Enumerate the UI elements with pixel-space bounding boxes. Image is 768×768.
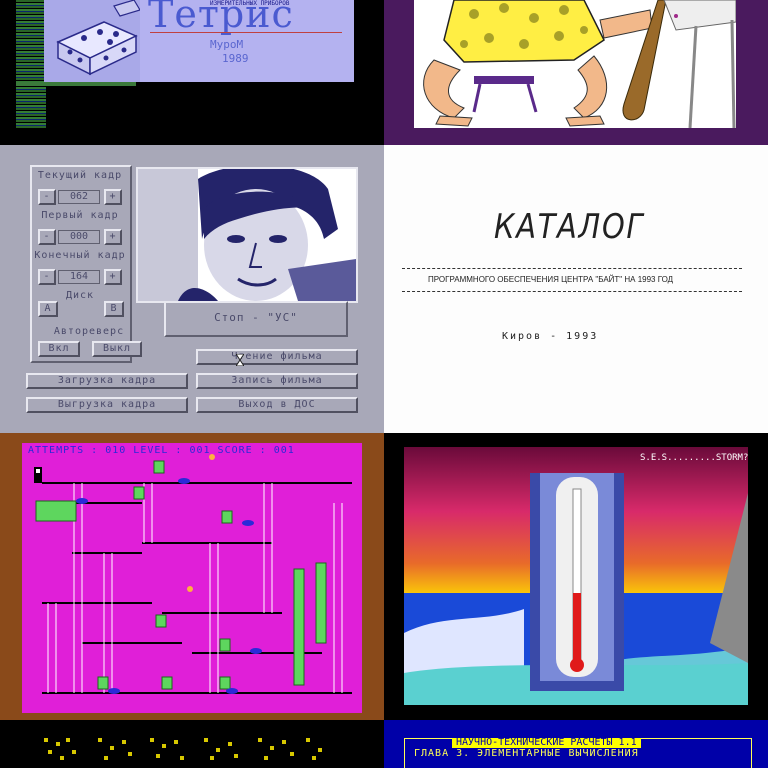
film-editor: Текущий кадр - 062 + Первый кадр - 000 +… bbox=[0, 145, 384, 433]
disk-b-button[interactable]: B bbox=[104, 301, 124, 317]
last-frame-value: 164 bbox=[58, 270, 100, 284]
dice-block-icon bbox=[56, 0, 141, 76]
catalog-title: КАТАЛОГ bbox=[494, 207, 645, 247]
dotted-title-screen bbox=[0, 720, 384, 768]
current-frame-decrement-button[interactable]: - bbox=[38, 189, 56, 205]
autoreverse-on-button[interactable]: Вкл bbox=[38, 341, 80, 357]
game-level bbox=[34, 454, 352, 694]
bottom-dash-line bbox=[402, 291, 742, 292]
current-frame-increment-button[interactable]: + bbox=[104, 189, 122, 205]
title-panel-left bbox=[44, 0, 141, 82]
chapter-title: ГЛАВА 3. ЭЛЕМЕНТАРНЫЕ ВЫЧИСЛЕНИЯ bbox=[414, 748, 639, 759]
game-title: Тетрис bbox=[148, 0, 294, 36]
bottom-strip bbox=[16, 82, 136, 86]
storm-scene bbox=[404, 447, 748, 705]
autoreverse-off-button[interactable]: Выкл bbox=[92, 341, 142, 357]
last-frame-label: Конечный кадр bbox=[34, 250, 126, 261]
screen-noise bbox=[16, 0, 46, 128]
top-dash-line bbox=[402, 268, 742, 269]
hourglass-cursor-icon bbox=[235, 351, 245, 367]
first-frame-decrement-button[interactable]: - bbox=[38, 229, 56, 245]
exit-dos-button[interactable]: Выход в ДОС bbox=[196, 397, 358, 413]
portrait-image bbox=[138, 165, 356, 301]
unload-frame-button[interactable]: Выгрузка кадра bbox=[26, 397, 188, 413]
program-header: НАУЧНО-ТЕХНИЧЕСКИЕ РАСЧЕТЫ 1.1 bbox=[452, 738, 641, 748]
last-frame-decrement-button[interactable]: - bbox=[38, 269, 56, 285]
catalog-subtitle: ПРОГРАММНОГО ОБЕСПЕЧЕНИЯ ЦЕНТРА "БАЙТ" Н… bbox=[428, 275, 674, 284]
autoreverse-label: Автореверс bbox=[53, 326, 125, 337]
first-frame-value: 000 bbox=[58, 230, 100, 244]
write-film-button[interactable]: Запись фильма bbox=[196, 373, 358, 389]
platform-game: ATTEMPTS : 010 LEVEL : 001 SCORE : 001 bbox=[0, 433, 384, 720]
cartoon-drawing bbox=[423, 0, 737, 129]
last-frame-increment-button[interactable]: + bbox=[104, 269, 122, 285]
game-hud: ATTEMPTS : 010 LEVEL : 001 SCORE : 001 bbox=[28, 445, 295, 456]
first-frame-label: Первый кадр bbox=[41, 210, 119, 221]
current-frame-label: Текущий кадр bbox=[37, 170, 123, 181]
read-film-button[interactable]: Чтение фильма bbox=[196, 349, 358, 365]
tetris-title-screen: ИЗМЕРИТЕЛЬНЫХ ПРИБОРОВ Тетрис МуроМ 1989 bbox=[0, 0, 384, 145]
game-field bbox=[22, 443, 362, 713]
load-frame-button[interactable]: Загрузка кадра bbox=[26, 373, 188, 389]
drawing-canvas bbox=[414, 0, 737, 129]
drawing-screen bbox=[384, 0, 768, 145]
current-frame-value: 062 bbox=[58, 190, 100, 204]
year-text: 1989 bbox=[222, 52, 249, 65]
title-underline bbox=[150, 32, 342, 33]
frame-preview bbox=[136, 165, 358, 303]
dotted-logo bbox=[44, 738, 322, 760]
thermometer-screen: S.E.S.........STORM? bbox=[384, 433, 768, 720]
catalog-cover: КАТАЛОГ ПРОГРАММНОГО ОБЕСПЕЧЕНИЯ ЦЕНТРА … bbox=[384, 145, 768, 433]
city-text: МуроМ bbox=[210, 38, 244, 51]
catalog-footer: Киров - 1993 bbox=[502, 331, 599, 342]
status-text: Стоп - "УС" bbox=[214, 311, 298, 324]
disk-label: Диск bbox=[65, 290, 95, 301]
science-calc-screen: НАУЧНО-ТЕХНИЧЕСКИЕ РАСЧЕТЫ 1.1 ГЛАВА 3. … bbox=[384, 720, 768, 768]
disk-a-button[interactable]: A bbox=[38, 301, 58, 317]
first-frame-increment-button[interactable]: + bbox=[104, 229, 122, 245]
storm-brand: S.E.S.........STORM? bbox=[640, 453, 749, 463]
